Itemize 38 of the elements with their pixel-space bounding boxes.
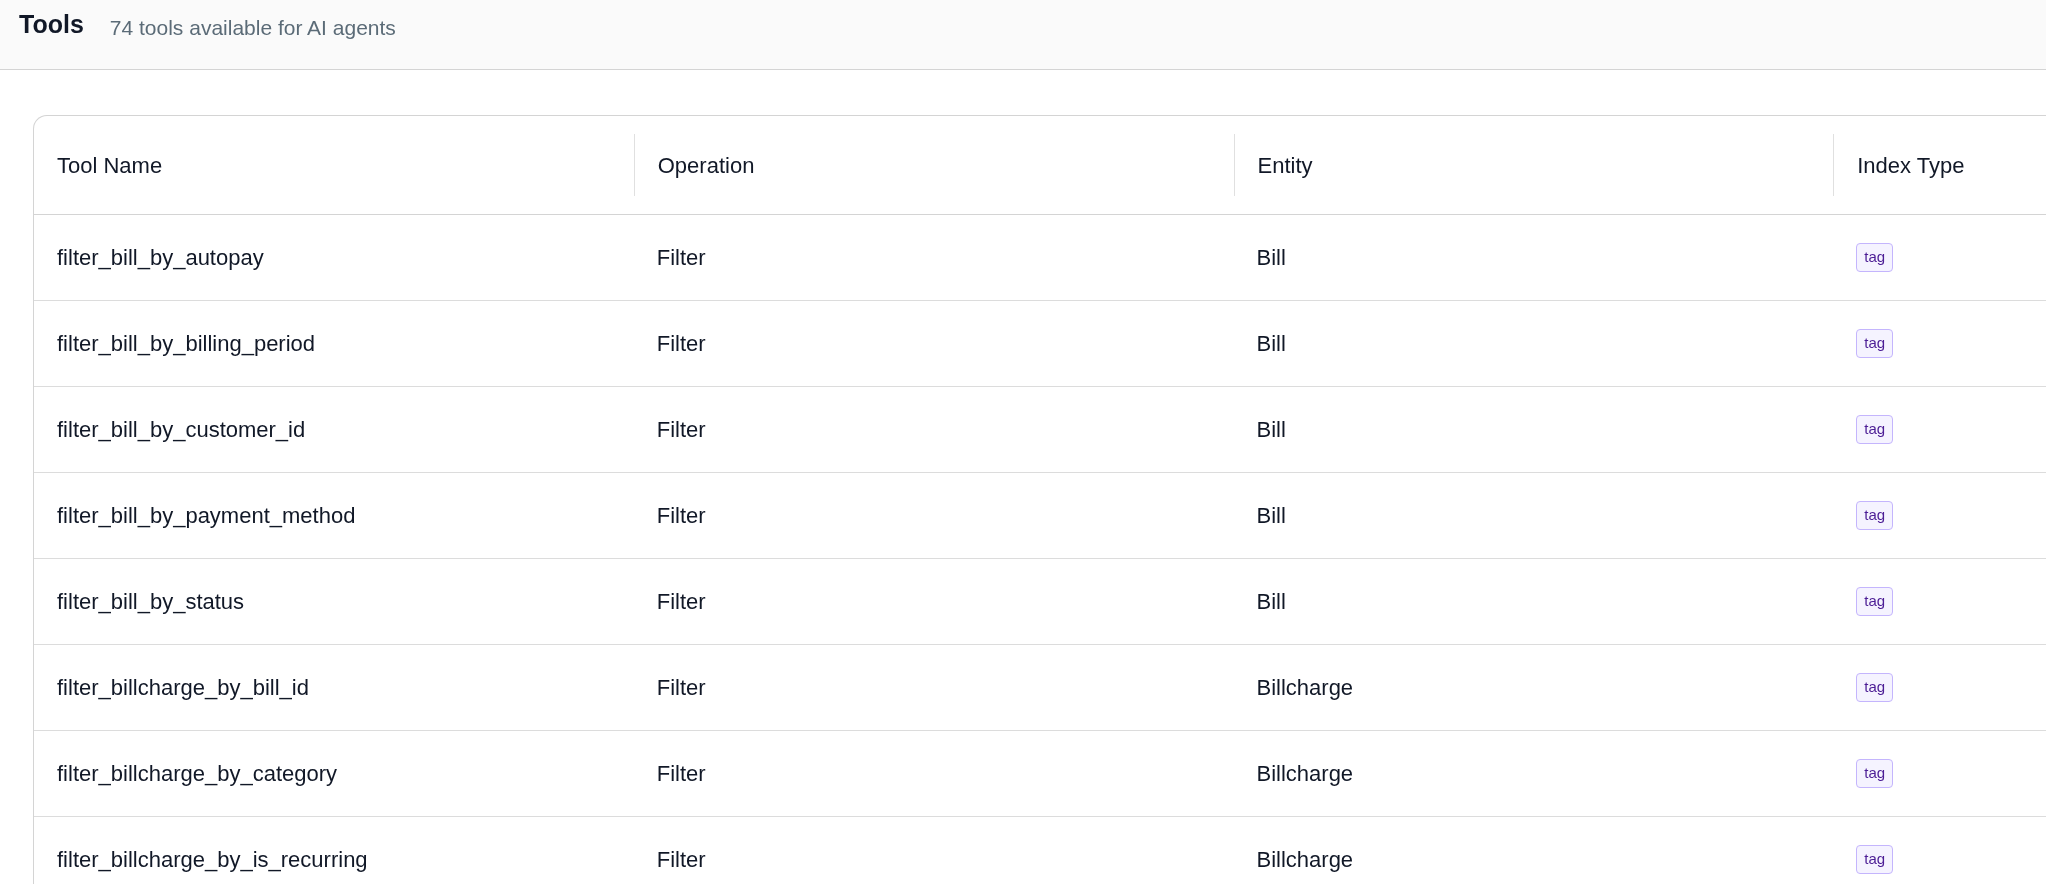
index-type-tag: tag — [1856, 759, 1894, 788]
table-cell-text: Filter — [656, 330, 706, 358]
table-cell-text: filter_bill_by_billing_period — [57, 330, 316, 358]
table-cell-text: Filter — [656, 760, 706, 788]
table-cell-text: filter_billcharge_by_category — [57, 760, 338, 788]
index-type-tag: tag — [1856, 845, 1894, 874]
index-type-tag: tag — [1856, 587, 1894, 616]
table-cell-text: Filter — [656, 674, 706, 702]
page-title: Tools — [19, 9, 84, 40]
table-cell-text: Filter — [656, 846, 706, 874]
table-cell-text: Billcharge — [1256, 846, 1354, 874]
table-cell-text: Filter — [656, 416, 706, 444]
table-cell-text: Filter — [656, 588, 706, 616]
index-type-tag: tag — [1856, 243, 1894, 272]
table-cell-text: Bill — [1256, 330, 1286, 358]
table-cell-text: filter_bill_by_autopay — [57, 244, 264, 272]
table-cell-text: filter_bill_by_status — [57, 588, 245, 616]
table-cell-text: Bill — [1256, 588, 1286, 616]
column-header: Entity — [1257, 151, 1313, 180]
index-type-tag: tag — [1856, 329, 1894, 358]
table-cell-text: filter_bill_by_customer_id — [57, 416, 306, 444]
page-subtitle: 74 tools available for AI agents — [109, 15, 396, 41]
index-type-tag: tag — [1856, 501, 1894, 530]
table-cell-text: filter_billcharge_by_is_recurring — [57, 846, 368, 874]
table-cell-text: Bill — [1256, 502, 1286, 530]
table-cell-text: Bill — [1256, 244, 1286, 272]
table-cell-text: filter_billcharge_by_bill_id — [57, 674, 309, 702]
table-cell-text: Bill — [1256, 416, 1286, 444]
table-cell-text: Billcharge — [1256, 760, 1354, 788]
table-cell-text: filter_bill_by_payment_method — [57, 502, 356, 530]
index-type-tag: tag — [1856, 415, 1894, 444]
index-type-tag: tag — [1856, 673, 1894, 702]
table-cell-text: Billcharge — [1256, 674, 1354, 702]
column-header: Tool Name — [57, 151, 163, 180]
table-cell-text: Filter — [656, 502, 706, 530]
column-header: Index Type — [1857, 151, 1965, 180]
column-header: Operation — [657, 151, 755, 180]
table-cell-text: Filter — [656, 244, 706, 272]
